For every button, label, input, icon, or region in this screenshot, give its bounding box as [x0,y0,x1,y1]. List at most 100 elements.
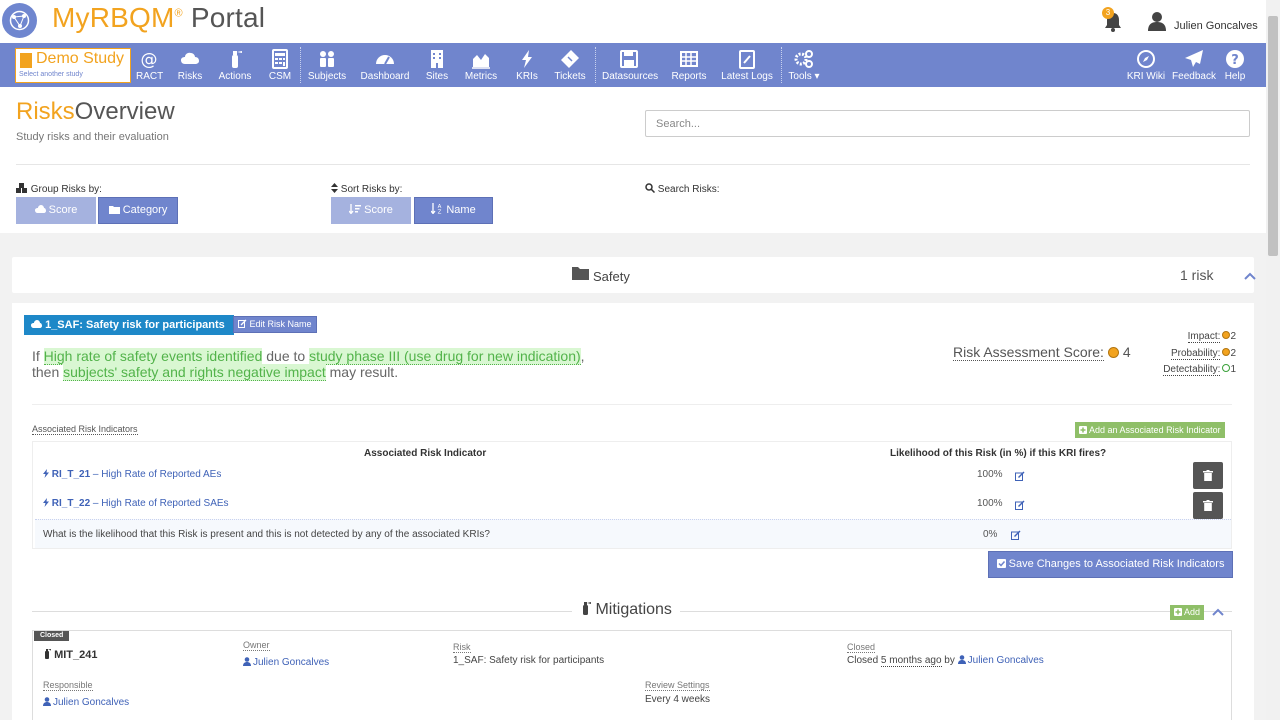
sort-by-label: Sort Risks by: [331,183,402,195]
app-logo-icon[interactable] [2,3,37,38]
user-icon[interactable] [1148,11,1166,31]
nav-help[interactable]: ? Help [1222,43,1248,87]
nav-tools[interactable]: Tools ▾ [786,43,822,87]
nav-divider [300,47,301,83]
risk-impact[interactable]: subjects' safety and rights negative imp… [63,364,326,381]
nav-divider [781,47,782,83]
nav-feedback-label: Feedback [1172,71,1216,82]
document-icon [20,53,32,68]
chevron-up-icon[interactable] [1244,271,1256,281]
owner-name: Julien Goncalves [253,657,330,668]
chevron-up-icon[interactable] [1212,607,1224,617]
group-by-category-button[interactable]: Category [98,197,178,224]
edit-icon[interactable] [1011,530,1021,540]
page-title-accent: Risks [16,98,75,125]
main-nav: Demo Study Select another study @ RACT R… [0,43,1266,87]
compass-icon [1137,50,1155,68]
nav-tickets-label: Tickets [554,71,586,82]
scrollbar-thumb[interactable] [1268,16,1278,256]
nav-feedback[interactable]: Feedback [1172,43,1216,87]
nav-sites-label: Sites [425,71,449,82]
calculator-icon [272,49,288,69]
probability-metric: Probability: 2 [1170,348,1236,360]
nav-subjects-label: Subjects [307,71,347,82]
impact-metric: Impact: 2 [1187,331,1236,343]
ari-row[interactable]: RI_T_22 – High Rate of Reported SAEs [43,498,229,509]
edit-icon[interactable] [1015,500,1025,510]
sort-icon [331,183,338,193]
group-by-text: Group Risks by: [30,184,102,195]
nav-reports[interactable]: Reports [670,43,708,87]
add-ari-button[interactable]: Add an Associated Risk Indicator [1075,422,1225,438]
nav-ract[interactable]: @ RACT [136,43,163,87]
svg-text:?: ? [1231,53,1239,68]
score-label: Risk Assessment Score: [953,344,1104,361]
risk-cause[interactable]: High rate of safety events identified [43,348,263,365]
study-selector-button[interactable]: Demo Study Select another study [15,48,131,83]
search-input[interactable] [645,110,1250,137]
sort-by-score-button[interactable]: Score [331,197,411,224]
delete-ari-button[interactable] [1193,492,1223,519]
brand-title[interactable]: MyRBQM® Portal [52,2,265,34]
trash-icon [1203,500,1213,511]
edit-risk-name-button[interactable]: Edit Risk Name [233,316,317,333]
brand-name: MyRBQM [52,2,175,33]
nav-sites[interactable]: Sites [424,43,450,87]
dashboard-icon [376,55,394,65]
nav-datasources[interactable]: Datasources [602,43,658,87]
nav-reports-label: Reports [671,71,707,82]
owner-value[interactable]: Julien Goncalves [243,657,329,668]
save-ari-label: Save Changes to Associated Risk Indicato… [1008,558,1225,570]
add-mitigation-button[interactable]: Add [1170,605,1205,620]
nav-kri-wiki-label: KRI Wiki [1126,71,1166,82]
user-name[interactable]: Julien Goncalves [1174,20,1258,32]
undetected-likelihood-row: What is the likelihood that this Risk is… [35,519,1231,548]
nav-kris-label: KRIs [516,71,538,82]
risk-source[interactable]: study phase III (use drug for new indica… [309,348,581,365]
sort-by-name-button[interactable]: AZ Name [414,197,493,224]
probability-value: 2 [1230,348,1236,359]
group-by-score-button[interactable]: Score [16,197,96,224]
nav-risks-label: Risks [177,71,203,82]
svg-text:Z: Z [438,210,442,215]
nav-actions[interactable]: Actions [217,43,253,87]
bolt-icon [43,469,49,478]
mitigation-card[interactable]: Closed MIT_241 Owner Julien Goncalves Ri… [32,630,1232,720]
edit-risk-name-label: Edit Risk Name [249,319,312,329]
nav-subjects[interactable]: Subjects [307,43,347,87]
owner-label: Owner [243,640,270,651]
nav-metrics[interactable]: Metrics [463,43,499,87]
sort-by-score-label: Score [364,204,393,216]
sort-amount-icon [348,204,362,215]
nav-tickets[interactable]: Tickets [553,43,587,87]
risk-value: 1_SAF: Safety risk for participants [453,655,605,666]
edit-icon[interactable] [1015,471,1025,481]
nav-risks[interactable]: Risks [177,43,203,87]
study-title: Demo Study [36,50,125,67]
nav-tools-label: Tools ▾ [788,71,820,82]
nav-dashboard[interactable]: Dashboard [360,43,410,87]
nav-latest-logs[interactable]: Latest Logs [720,43,774,87]
group-risk-count: 1 risk [1180,267,1214,283]
nav-csm[interactable]: CSM [266,43,294,87]
nav-kri-wiki[interactable]: KRI Wiki [1126,43,1166,87]
save-ari-button[interactable]: Save Changes to Associated Risk Indicato… [988,551,1233,578]
delete-ari-button[interactable] [1193,462,1223,489]
svg-text:@: @ [141,50,158,69]
statement-comma: , [580,348,585,364]
ticket-icon [561,50,579,68]
ari-row[interactable]: RI_T_21 – High Rate of Reported AEs [43,469,221,480]
user-icon [43,697,51,706]
nav-kris[interactable]: KRIs [514,43,540,87]
detectability-metric: Detectability: 1 [1163,364,1236,376]
statement-due-to: due to [262,348,310,364]
search-icon [645,183,656,194]
sort-by-text: Sort Risks by: [340,184,403,195]
statement-tail: may result. [325,364,399,380]
group-header-safety[interactable]: Safety 1 risk [12,257,1256,293]
folder-icon [572,267,589,280]
closed-user[interactable]: Julien Goncalves [957,655,1044,666]
bolt-icon [522,50,532,68]
responsible-value[interactable]: Julien Goncalves [43,697,129,708]
risk-tag[interactable]: 1_SAF: Safety risk for participants [24,315,234,335]
